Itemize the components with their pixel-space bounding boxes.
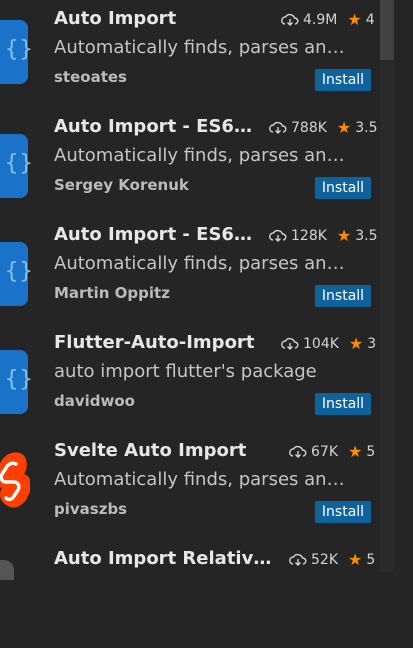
extension-title: Flutter-Auto-Import [54, 332, 255, 353]
extension-publisher[interactable]: pivaszbs [54, 500, 127, 518]
extension-description: auto import flutter's package [54, 361, 317, 382]
extension-publisher[interactable]: davidwoo [54, 392, 135, 410]
rating-value: 5 [366, 443, 376, 460]
extension-description: Automatically finds, parses and provides… [54, 253, 354, 274]
extension-stats: 4.9M ★ 4 [281, 10, 375, 29]
extension-description: Automatically finds, parses and provides… [54, 37, 354, 58]
rating-value: 3.5 [355, 119, 378, 136]
star-icon: ★ [348, 550, 363, 569]
cloud-download-icon [289, 445, 307, 458]
svelte-logo-icon [0, 452, 30, 508]
extension-stats: 67K ★ 5 [289, 442, 375, 461]
extension-description: Automatically finds, parses and provides… [54, 469, 354, 490]
cloud-download-icon [269, 121, 287, 134]
extension-title: Auto Import Relative ... [54, 548, 274, 569]
cloud-download-icon [269, 229, 287, 242]
rating-value: 3 [367, 335, 377, 352]
extension-item-svelte-auto-import[interactable]: Svelte Auto Import 67K ★ 5 Automatically… [0, 432, 380, 540]
install-button[interactable]: Install [315, 501, 371, 523]
extension-publisher[interactable]: Martin Oppitz [54, 284, 170, 302]
download-count: 788K [291, 119, 327, 136]
star-icon: ★ [348, 334, 364, 353]
extension-stats: 788K ★ 3.5 [269, 118, 378, 137]
extension-item-auto-import[interactable]: { } Auto Import 4.9M ★ 4 Automatically f… [0, 0, 380, 108]
cloud-download-icon [281, 337, 299, 350]
install-button[interactable]: Install [315, 69, 371, 91]
download-count: 67K [311, 443, 338, 460]
scrollbar-thumb[interactable] [380, 0, 394, 60]
cloud-download-icon [281, 13, 299, 26]
extension-title: Svelte Auto Import [54, 440, 247, 461]
star-icon: ★ [336, 226, 352, 245]
extension-item-auto-import-es6-2[interactable]: { } Auto Import - ES6 ... 128K ★ 3.5 Aut… [0, 216, 380, 324]
extension-list: { } Auto Import 4.9M ★ 4 Automatically f… [0, 0, 413, 580]
extension-stats: 52K ★ 5 [289, 550, 375, 569]
cloud-download-icon [289, 553, 307, 566]
curly-braces-icon: { } [0, 134, 33, 198]
install-button[interactable]: Install [315, 177, 371, 199]
extension-description: Automatically finds, parses and provides… [54, 145, 354, 166]
star-icon: ★ [347, 10, 362, 29]
download-count: 128K [291, 227, 327, 244]
curly-braces-icon: { } [0, 242, 33, 306]
download-count: 4.9M [303, 11, 338, 28]
extension-publisher[interactable]: steoates [54, 68, 127, 86]
rating-value: 3.5 [355, 227, 378, 244]
extension-title: Auto Import - ES6, ... [54, 116, 254, 137]
download-count: 104K [303, 335, 339, 352]
star-icon: ★ [348, 442, 363, 461]
extension-publisher[interactable]: Sergey Korenuk [54, 176, 189, 194]
partial-icon [0, 560, 14, 580]
extension-item-auto-import-relative[interactable]: Auto Import Relative ... 52K ★ 5 [0, 540, 380, 648]
extension-stats: 128K ★ 3.5 [269, 226, 378, 245]
rating-value: 4 [365, 11, 375, 28]
star-icon: ★ [336, 118, 352, 137]
extension-title: Auto Import [54, 8, 177, 29]
extension-item-auto-import-es6[interactable]: { } Auto Import - ES6, ... 788K ★ 3.5 Au… [0, 108, 380, 216]
install-button[interactable]: Install [315, 393, 371, 415]
scrollbar-track[interactable] [380, 0, 394, 572]
download-count: 52K [311, 551, 338, 568]
install-button[interactable]: Install [315, 285, 371, 307]
extension-stats: 104K ★ 3 [281, 334, 376, 353]
rating-value: 5 [366, 551, 376, 568]
extension-title: Auto Import - ES6 ... [54, 224, 254, 245]
curly-braces-icon: { } [0, 350, 33, 414]
curly-braces-icon: { } [0, 20, 33, 84]
extension-item-flutter-auto-import[interactable]: { } Flutter-Auto-Import 104K ★ 3 auto im… [0, 324, 380, 432]
